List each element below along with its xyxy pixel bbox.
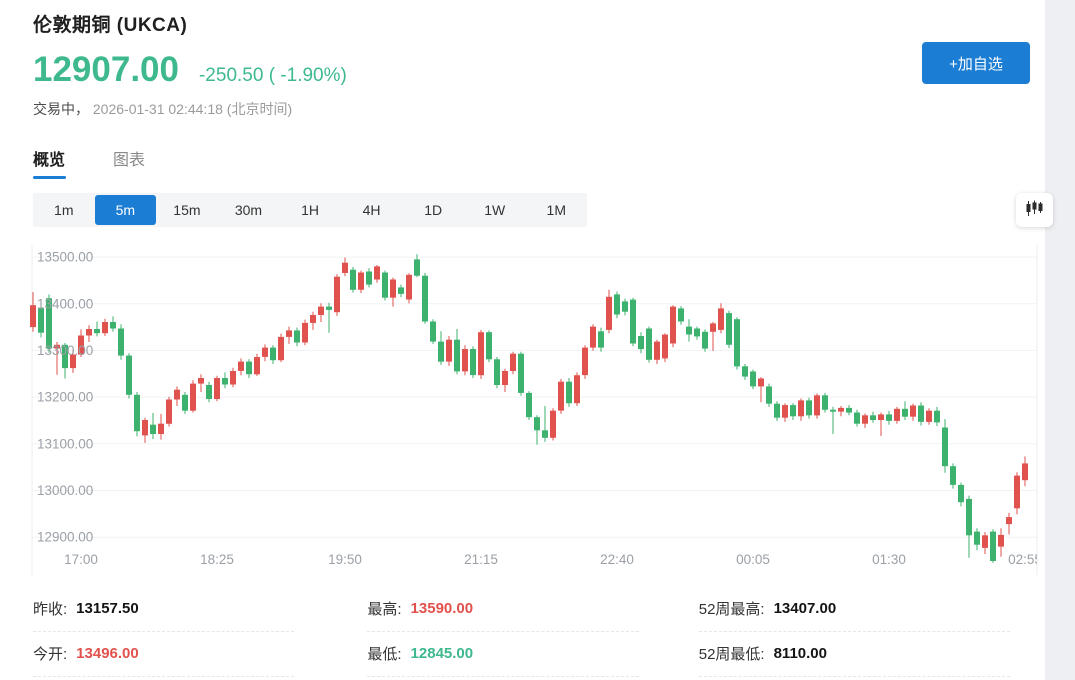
svg-text:13300.00: 13300.00	[37, 343, 93, 358]
stat-value: 13407.00	[774, 600, 837, 617]
stat-label: 52周最低:	[699, 643, 765, 664]
stats-column: 昨收: 13157.50 今开: 13496.00	[33, 587, 294, 677]
stat-label: 最低:	[367, 643, 401, 664]
stat-value: 13590.00	[411, 600, 474, 617]
last-price: 12907.00	[33, 50, 179, 90]
tab-overview[interactable]: 概览	[33, 146, 65, 179]
stat-label: 今开:	[33, 643, 67, 664]
period-chip-1M[interactable]: 1M	[526, 195, 588, 225]
svg-text:13200.00: 13200.00	[37, 390, 93, 405]
page-edge-strip	[1045, 0, 1075, 680]
trading-status: 交易中，	[33, 101, 89, 117]
stats-section: 昨收: 13157.50 今开: 13496.00 最高: 13590.00 最低: 1284…	[33, 587, 1045, 677]
svg-text:21:15: 21:15	[464, 552, 498, 567]
stat-row: 52周最低: 8110.00	[699, 632, 1010, 677]
stat-label: 昨收:	[33, 598, 67, 619]
quote-header: 伦敦期铜 (UKCA) 12907.00 -250.50 ( -1.90%) 交…	[0, 0, 1045, 119]
period-chip-4H[interactable]: 4H	[341, 195, 403, 225]
candlestick-icon	[1025, 200, 1044, 220]
add-watchlist-button[interactable]: +加自选	[922, 42, 1030, 84]
svg-text:13000.00: 13000.00	[37, 483, 93, 498]
stats-column: 52周最高: 13407.00 52周最低: 8110.00	[699, 587, 1010, 677]
stat-row: 昨收: 13157.50	[33, 587, 294, 632]
stats-column: 最高: 13590.00 最低: 12845.00	[367, 587, 638, 677]
period-selector: 1m5m15m30m1H4H1D1W1M	[33, 193, 587, 227]
stat-row: 最低: 12845.00	[367, 632, 638, 677]
price-change: -250.50 ( -1.90%)	[199, 65, 347, 87]
stat-value: 13157.50	[76, 600, 139, 617]
candlestick-chart[interactable]: 13500.00 13400.00 13300.00 13200.00 13100.00…	[30, 237, 1045, 575]
stat-value: 13496.00	[76, 645, 139, 662]
period-chip-1H[interactable]: 1H	[279, 195, 341, 225]
svg-text:17:00: 17:00	[64, 552, 98, 567]
chart-toolbar: 1m5m15m30m1H4H1D1W1M	[33, 193, 1045, 227]
price-row: 12907.00 -250.50 ( -1.90%)	[33, 50, 1045, 90]
period-chip-15m[interactable]: 15m	[156, 195, 218, 225]
svg-text:22:40: 22:40	[600, 552, 634, 567]
chart-area: 13500.00 13400.00 13300.00 13200.00 13100.00…	[30, 237, 1045, 575]
status-row: 交易中， 2026-01-31 02:44:18 (北京时间)	[33, 99, 1045, 119]
stat-value: 12845.00	[411, 645, 474, 662]
stat-value: 8110.00	[774, 645, 827, 662]
svg-text:13400.00: 13400.00	[37, 296, 93, 311]
period-chip-5m[interactable]: 5m	[95, 195, 157, 225]
svg-text:19:50: 19:50	[328, 552, 362, 567]
stat-row: 今开: 13496.00	[33, 632, 294, 677]
period-chip-1D[interactable]: 1D	[402, 195, 464, 225]
svg-text:01:30: 01:30	[872, 552, 906, 567]
period-chip-30m[interactable]: 30m	[218, 195, 280, 225]
chart-type-button[interactable]	[1016, 193, 1053, 227]
svg-text:00:05: 00:05	[736, 552, 770, 567]
quote-page: 伦敦期铜 (UKCA) 12907.00 -250.50 ( -1.90%) 交…	[0, 0, 1045, 680]
quote-timestamp: 2026-01-31 02:44:18 (北京时间)	[93, 101, 292, 117]
stat-label: 最高:	[367, 598, 401, 619]
svg-text:02:55: 02:55	[1008, 552, 1042, 567]
svg-text:13100.00: 13100.00	[37, 436, 93, 451]
svg-text:18:25: 18:25	[200, 552, 234, 567]
view-tabs: 概览 图表	[33, 146, 1045, 179]
stat-label: 52周最高:	[699, 598, 765, 619]
tab-chart[interactable]: 图表	[113, 146, 145, 179]
stat-row: 52周最高: 13407.00	[699, 587, 1010, 632]
period-chip-1m[interactable]: 1m	[33, 195, 95, 225]
instrument-title: 伦敦期铜 (UKCA)	[33, 10, 1045, 37]
stat-row: 最高: 13590.00	[367, 587, 638, 632]
svg-text:13500.00: 13500.00	[37, 250, 93, 265]
period-chip-1W[interactable]: 1W	[464, 195, 526, 225]
svg-text:12900.00: 12900.00	[37, 530, 93, 545]
